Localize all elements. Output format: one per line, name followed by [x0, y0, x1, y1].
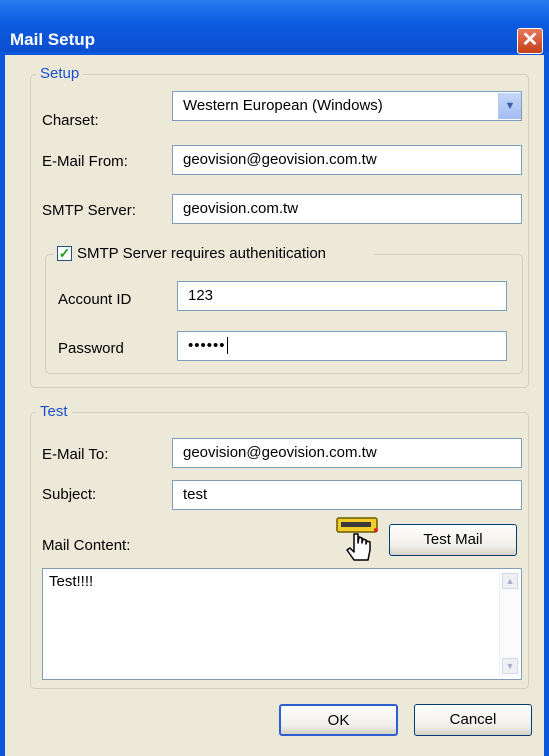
mail-content-textarea[interactable]: Test!!!! ▲ ▼ — [42, 568, 522, 680]
window-title: Mail Setup — [10, 30, 96, 49]
smtp-server-label: SMTP Server: — [42, 202, 136, 219]
password-field[interactable]: •••••• — [177, 331, 507, 361]
email-from-label: E-Mail From: — [42, 153, 128, 170]
email-from-field[interactable]: geovision@geovision.com.tw — [172, 145, 522, 175]
auth-checkbox[interactable]: ✓ — [57, 246, 72, 261]
test-mail-button[interactable]: Test Mail — [389, 524, 517, 556]
hand-pointer-icon — [334, 514, 384, 564]
mail-content-label: Mail Content: — [42, 537, 131, 554]
email-to-field[interactable]: geovision@geovision.com.tw — [172, 438, 522, 468]
auth-checkbox-label[interactable]: SMTP Server requires authenitication — [77, 245, 326, 263]
scroll-down-arrow-icon[interactable]: ▼ — [502, 658, 518, 674]
account-id-field[interactable]: 123 — [177, 281, 507, 311]
email-to-label: E-Mail To: — [42, 446, 109, 463]
setup-legend: Setup — [36, 65, 84, 83]
test-legend: Test — [36, 403, 72, 421]
text-caret — [226, 337, 232, 354]
close-button[interactable]: ✕ — [517, 28, 543, 54]
account-id-label: Account ID — [58, 291, 132, 308]
subject-field[interactable]: test — [172, 480, 522, 510]
charset-dropdown[interactable]: Western European (Windows) — [172, 91, 522, 121]
ok-button[interactable]: OK — [279, 704, 398, 736]
chevron-down-icon[interactable]: ▼ — [498, 93, 521, 119]
scroll-up-arrow-icon[interactable]: ▲ — [502, 573, 518, 589]
smtp-server-field[interactable]: geovision.com.tw — [172, 194, 522, 224]
charset-label: Charset: — [42, 112, 99, 129]
charset-value: Western European (Windows) — [183, 97, 383, 114]
mail-content-text: Test!!!! — [49, 573, 94, 590]
password-label: Password — [58, 340, 124, 357]
cancel-button[interactable]: Cancel — [414, 704, 532, 736]
subject-label: Subject: — [42, 486, 97, 503]
password-mask: •••••• — [188, 337, 226, 354]
